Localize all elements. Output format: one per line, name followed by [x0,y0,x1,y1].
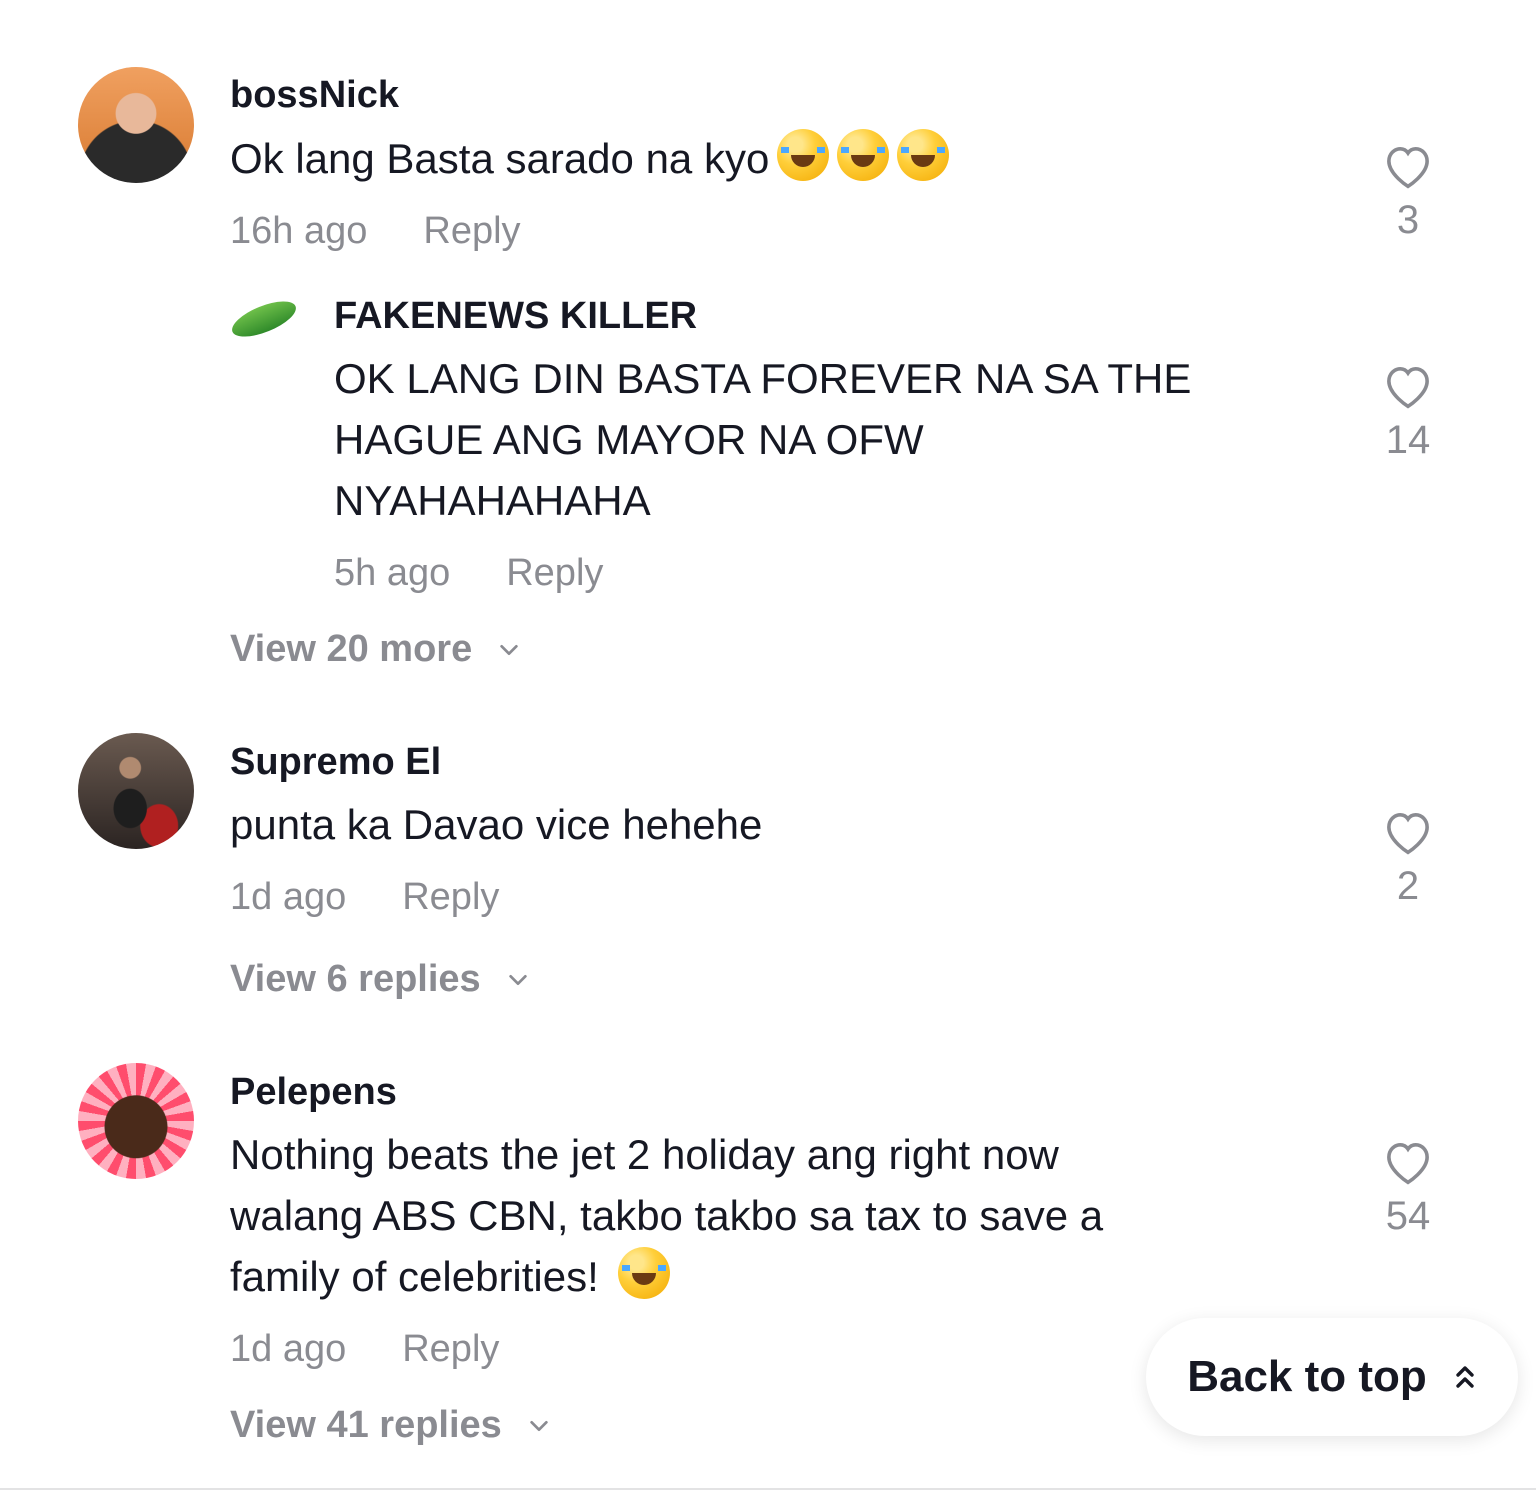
back-to-top-label: Back to top [1187,1352,1427,1401]
chevron-down-icon [530,1420,548,1431]
reply-meta: 5h ago Reply [334,552,603,595]
heart-outline-icon [1387,812,1429,855]
comment-text: punta ka Davao vice hehehe [230,801,763,848]
comment-text-line-wrap: family of celebrities! [230,1246,1103,1307]
comments-panel: bossNick Ok lang Basta sarado na kyo 16h… [0,0,1536,1495]
view-more-label: View 20 more [230,628,473,670]
avatar[interactable] [78,1063,194,1179]
view-replies-label: View 6 replies [230,958,481,1000]
reply-username[interactable]: FAKENEWS KILLER [334,295,697,338]
cucumber-avatar[interactable] [227,294,301,344]
divider [0,1488,1536,1490]
reply-button[interactable]: Reply [423,210,520,252]
avatar[interactable] [78,67,194,183]
reply-time: 5h ago [334,552,451,594]
view-replies-button[interactable]: View 41 replies [230,1404,550,1447]
rolling-laughing-emoji-icon [777,129,830,181]
back-to-top-button[interactable]: Back to top [1146,1318,1518,1436]
heart-outline-icon [1387,146,1429,189]
reply-text-line: HAGUE ANG MAYOR NA OFW [334,416,924,463]
comment-text-line: family of celebrities! [230,1253,599,1300]
like-count: 54 [1385,1194,1431,1238]
avatar[interactable] [78,733,194,849]
comment-username[interactable]: Pelepens [230,1071,397,1114]
like-count: 2 [1396,864,1420,908]
like-button[interactable]: 54 [1368,1136,1448,1239]
tears-of-joy-emoji-icon [618,1247,671,1299]
reply-button[interactable]: Reply [402,1328,499,1370]
comment-time: 16h ago [230,210,368,252]
comment-text-line: walang ABS CBN, takbo takbo sa tax to sa… [230,1192,1104,1239]
reply-button[interactable]: Reply [506,552,603,594]
comment-username[interactable]: Supremo El [230,741,441,784]
chevron-down-icon [500,644,518,655]
like-count: 14 [1385,418,1431,462]
comment-time: 1d ago [230,876,347,918]
reply-text: OK LANG DIN BASTA FOREVER NA SA THE HAGU… [334,348,1191,531]
heart-outline-icon [1387,366,1429,409]
comment-meta: 16h ago Reply [230,210,521,253]
like-button[interactable]: 14 [1368,360,1448,463]
rolling-laughing-emoji-icon [837,129,890,181]
heart-outline-icon [1387,1142,1429,1185]
reply-button[interactable]: Reply [402,876,499,918]
rolling-laughing-emoji-icon [897,129,950,181]
view-more-replies-button[interactable]: View 20 more [230,628,520,671]
comment-meta: 1d ago Reply [230,1328,499,1371]
reply-text-line: OK LANG DIN BASTA FOREVER NA SA THE [334,355,1192,402]
comment-text-line: Nothing beats the jet 2 holiday ang righ… [230,1131,1059,1178]
comment-text: Ok lang Basta sarado na kyo [230,128,950,189]
comment-text-content: Ok lang Basta sarado na kyo [230,135,770,182]
like-button[interactable]: 3 [1368,140,1448,243]
view-replies-label: View 41 replies [230,1404,502,1446]
like-button[interactable]: 2 [1368,806,1448,909]
reply-text-line: NYAHAHAHAHA [334,477,651,524]
comment-time: 1d ago [230,1328,347,1370]
comment-username[interactable]: bossNick [230,74,399,117]
double-chevron-up-icon [1456,1366,1474,1388]
view-replies-button[interactable]: View 6 replies [230,958,529,1001]
comment-meta: 1d ago Reply [230,876,499,919]
chevron-down-icon [508,974,527,985]
comment-text: Nothing beats the jet 2 holiday ang righ… [230,1124,1103,1307]
like-count: 3 [1396,198,1420,242]
